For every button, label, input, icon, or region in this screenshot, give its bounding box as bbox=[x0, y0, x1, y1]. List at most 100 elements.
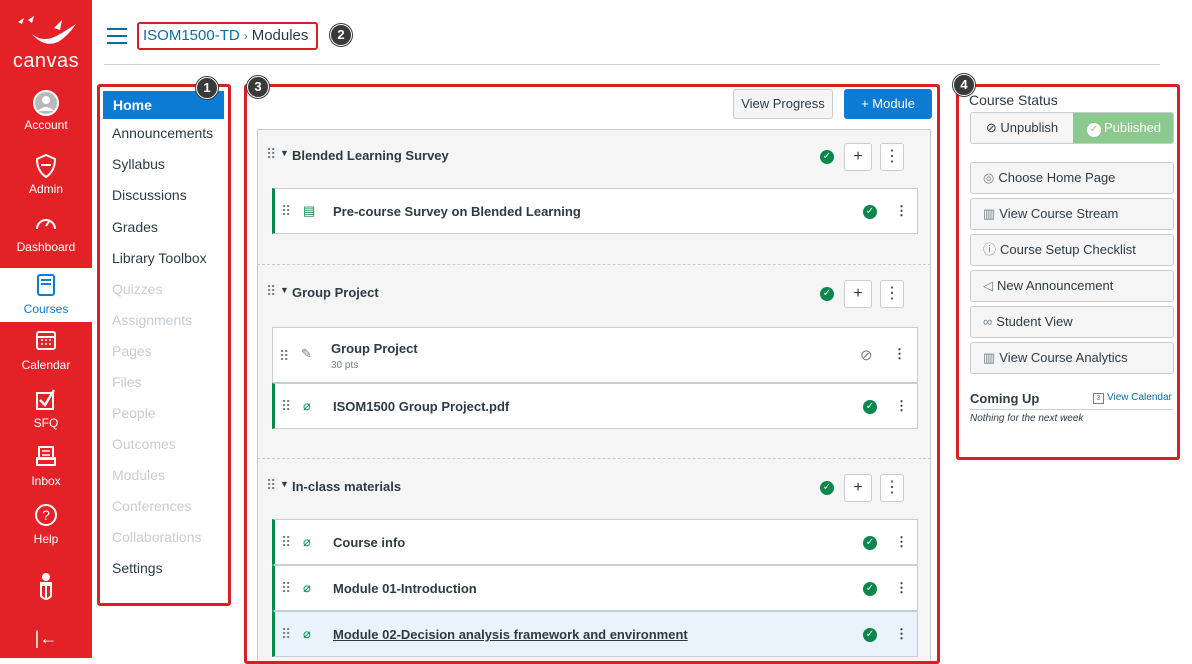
module-item-title[interactable]: ISOM1500 Group Project.pdf bbox=[333, 399, 509, 414]
coming-up-heading: Coming Up bbox=[970, 391, 1040, 406]
module-item[interactable]: ⠿ ⌀ Module 01-Introduction ✓ ⋮ bbox=[272, 565, 918, 611]
module-item[interactable]: ⠿ ✎ Group Project 30 pts ⊘ ⋮ bbox=[272, 327, 918, 383]
module-item[interactable]: ⠿ ▤ Pre-course Survey on Blended Learnin… bbox=[272, 188, 918, 234]
drag-handle-icon[interactable]: ⠿ bbox=[281, 398, 291, 415]
drag-handle-icon[interactable]: ⠿ bbox=[279, 348, 289, 365]
course-nav-settings[interactable]: Settings bbox=[112, 560, 163, 576]
nav-account[interactable]: Account bbox=[0, 90, 92, 142]
drag-handle-icon[interactable]: ⠿ bbox=[281, 626, 291, 643]
course-nav-syllabus[interactable]: Syllabus bbox=[112, 156, 165, 172]
nav-inbox[interactable]: Inbox bbox=[0, 446, 92, 494]
drag-handle-icon[interactable]: ⠿ bbox=[281, 534, 291, 551]
module-item-title[interactable]: Module 02-Decision analysis framework an… bbox=[333, 627, 688, 642]
new-announcement-button[interactable]: ◁ New Announcement bbox=[970, 270, 1174, 302]
add-item-button[interactable]: + bbox=[844, 280, 872, 308]
published-check-icon[interactable]: ✓ bbox=[863, 400, 877, 414]
course-nav-people[interactable]: People bbox=[112, 405, 156, 421]
module-item[interactable]: ⠿ ⌀ ISOM1500 Group Project.pdf ✓ ⋮ bbox=[272, 383, 918, 429]
collapse-triangle-icon[interactable]: ▼ bbox=[280, 148, 289, 158]
course-nav-pages[interactable]: Pages bbox=[112, 343, 152, 359]
menu-hamburger-icon[interactable] bbox=[107, 28, 127, 44]
course-nav-modules[interactable]: Modules bbox=[112, 467, 165, 483]
published-check-icon[interactable]: ✓ bbox=[820, 150, 834, 164]
course-nav-announcements[interactable]: Announcements bbox=[112, 125, 213, 141]
item-menu-kebab-icon[interactable]: ⋮ bbox=[895, 203, 908, 219]
breadcrumb-course-link[interactable]: ISOM1500-TD bbox=[143, 27, 240, 44]
nav-admin[interactable]: Admin bbox=[0, 153, 92, 202]
module-item-title[interactable]: Group Project bbox=[331, 341, 418, 356]
button-label: New Announcement bbox=[997, 278, 1114, 293]
drag-handle-icon[interactable]: ⠿ bbox=[266, 146, 276, 163]
course-nav-files[interactable]: Files bbox=[112, 374, 142, 390]
nav-label: Admin bbox=[28, 182, 63, 196]
course-nav-grades[interactable]: Grades bbox=[112, 219, 158, 235]
published-check-icon[interactable]: ✓ bbox=[863, 628, 877, 642]
drag-handle-icon[interactable]: ⠿ bbox=[281, 580, 291, 597]
account-avatar-icon bbox=[33, 90, 59, 116]
course-status-title: Course Status bbox=[969, 92, 1058, 108]
module-item-title[interactable]: Course info bbox=[333, 535, 405, 550]
unpublish-button[interactable]: ⊘ Unpublish bbox=[971, 113, 1073, 143]
published-button[interactable]: ✓ Published bbox=[1073, 113, 1173, 143]
module-item[interactable]: ⠿ ⌀ Module 02-Decision analysis framewor… bbox=[272, 611, 918, 657]
module-title: Blended Learning Survey bbox=[292, 148, 449, 163]
nav-label: Calendar bbox=[21, 358, 71, 372]
module-header[interactable]: ⠿ ▼ In-class materials ✓ + ⋮ bbox=[258, 459, 930, 515]
published-check-icon[interactable]: ✓ bbox=[863, 536, 877, 550]
item-menu-kebab-icon[interactable]: ⋮ bbox=[893, 346, 906, 362]
view-course-analytics-button[interactable]: ▥ View Course Analytics bbox=[970, 342, 1174, 374]
add-item-button[interactable]: + bbox=[844, 474, 872, 502]
student-view-button[interactable]: ∞ Student View bbox=[970, 306, 1174, 338]
course-nav-quizzes[interactable]: Quizzes bbox=[112, 281, 163, 297]
course-nav-library-toolbox[interactable]: Library Toolbox bbox=[112, 250, 207, 266]
global-nav: canvas Account Admin Dashboard Courses C… bbox=[0, 0, 92, 658]
nav-help[interactable]: ? Help bbox=[0, 504, 92, 552]
drag-handle-icon[interactable]: ⠿ bbox=[266, 283, 276, 300]
module-item-title[interactable]: Pre-course Survey on Blended Learning bbox=[333, 204, 581, 219]
published-check-icon[interactable]: ✓ bbox=[863, 205, 877, 219]
course-nav-outcomes[interactable]: Outcomes bbox=[112, 436, 176, 452]
drag-handle-icon[interactable]: ⠿ bbox=[281, 203, 291, 220]
nav-label: SFQ bbox=[33, 416, 59, 430]
module-menu-kebab-icon[interactable]: ⋮ bbox=[880, 474, 904, 502]
view-calendar-link[interactable]: 3 View Calendar bbox=[1093, 392, 1172, 404]
institution-crest[interactable] bbox=[0, 572, 92, 604]
module-blended-learning-survey: ⠿ ▼ Blended Learning Survey ✓ + ⋮ ⠿ ▤ Pr… bbox=[257, 129, 931, 265]
module-menu-kebab-icon[interactable]: ⋮ bbox=[880, 280, 904, 308]
add-module-button[interactable]: + Module bbox=[844, 89, 932, 119]
published-check-icon: ✓ bbox=[1086, 123, 1101, 137]
view-progress-button[interactable]: View Progress bbox=[733, 89, 833, 119]
published-check-icon[interactable]: ✓ bbox=[863, 582, 877, 596]
collapse-nav-button[interactable]: |← bbox=[0, 628, 92, 652]
module-header[interactable]: ⠿ ▼ Group Project ✓ + ⋮ bbox=[258, 265, 930, 321]
item-menu-kebab-icon[interactable]: ⋮ bbox=[895, 626, 908, 642]
course-nav-assignments[interactable]: Assignments bbox=[112, 312, 192, 328]
module-title: Group Project bbox=[292, 285, 379, 300]
course-nav-collaborations[interactable]: Collaborations bbox=[112, 529, 202, 545]
unpublished-icon[interactable]: ⊘ bbox=[860, 346, 873, 364]
nav-calendar[interactable]: Calendar bbox=[0, 330, 92, 378]
item-menu-kebab-icon[interactable]: ⋮ bbox=[895, 580, 908, 596]
nav-dashboard[interactable]: Dashboard bbox=[0, 212, 92, 260]
nav-sfq[interactable]: SFQ bbox=[0, 388, 92, 436]
module-item[interactable]: ⠿ ⌀ Course info ✓ ⋮ bbox=[272, 519, 918, 565]
canvas-logo[interactable]: canvas bbox=[0, 0, 92, 82]
collapse-triangle-icon[interactable]: ▼ bbox=[280, 285, 289, 295]
drag-handle-icon[interactable]: ⠿ bbox=[266, 477, 276, 494]
collapse-triangle-icon[interactable]: ▼ bbox=[280, 479, 289, 489]
choose-home-page-button[interactable]: ◎ Choose Home Page bbox=[970, 162, 1174, 194]
add-item-button[interactable]: + bbox=[844, 143, 872, 171]
published-check-icon[interactable]: ✓ bbox=[820, 481, 834, 495]
item-menu-kebab-icon[interactable]: ⋮ bbox=[895, 534, 908, 550]
published-check-icon[interactable]: ✓ bbox=[820, 287, 834, 301]
course-nav-discussions[interactable]: Discussions bbox=[112, 187, 187, 203]
module-header[interactable]: ⠿ ▼ Blended Learning Survey ✓ + ⋮ bbox=[258, 130, 930, 186]
nav-courses[interactable]: Courses bbox=[0, 268, 92, 322]
module-menu-kebab-icon[interactable]: ⋮ bbox=[880, 143, 904, 171]
view-course-stream-button[interactable]: ▥ View Course Stream bbox=[970, 198, 1174, 230]
item-menu-kebab-icon[interactable]: ⋮ bbox=[895, 398, 908, 414]
breadcrumb-separator: › bbox=[243, 29, 248, 43]
module-item-title[interactable]: Module 01-Introduction bbox=[333, 581, 477, 596]
course-setup-checklist-button[interactable]: ⓘ Course Setup Checklist bbox=[970, 234, 1174, 266]
course-nav-conferences[interactable]: Conferences bbox=[112, 498, 191, 514]
